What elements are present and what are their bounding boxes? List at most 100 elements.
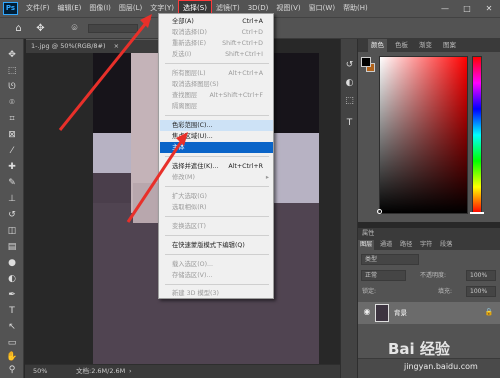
menu-item-similar[interactable]: 选取相似(R) — [160, 202, 273, 213]
shape-icon[interactable]: ▭ — [5, 337, 19, 350]
menu-item-load-selection[interactable]: 载入选区(O)... — [160, 259, 273, 270]
auto-select-icon[interactable]: ⌾ — [68, 22, 81, 35]
zoom-icon[interactable]: ⚲ — [5, 364, 19, 377]
menu-edit[interactable]: 编辑(E) — [54, 0, 86, 17]
blend-mode-select[interactable]: 正常 — [361, 270, 406, 281]
close-tab-icon[interactable]: × — [114, 42, 119, 50]
hand-icon[interactable]: ✋ — [5, 351, 19, 364]
layer-kind-filter[interactable]: 类型 — [361, 254, 419, 265]
layer-thumbnail — [375, 304, 389, 322]
gradient-icon[interactable]: ▤ — [5, 241, 19, 254]
menu-item-subject[interactable]: 主体 — [160, 142, 273, 153]
foreground-color-swatch[interactable] — [361, 57, 371, 67]
tab-layers[interactable]: 图层 — [358, 240, 375, 250]
menu-item-reselect[interactable]: 重新选择(E) Shift+Ctrl+D — [160, 38, 273, 49]
tab-color[interactable]: 颜色 — [368, 39, 387, 52]
opacity-label: 不透明度: — [420, 272, 447, 279]
menu-item-deselect-layers[interactable]: 取消选择图层(S) — [160, 79, 273, 90]
dodge-icon[interactable]: ◐ — [5, 273, 19, 286]
maximize-button[interactable]: □ — [456, 0, 478, 17]
select-menu-dropdown: 全部(A) Ctrl+A 取消选择(D) Ctrl+D 重新选择(E) Shift+C… — [158, 13, 274, 299]
properties-label[interactable]: 属性 — [362, 229, 374, 239]
menu-separator — [165, 284, 269, 285]
eyedropper-icon[interactable]: ⁄ — [5, 145, 19, 158]
quick-select-icon[interactable]: ⌾ — [5, 97, 19, 110]
tab-swatches[interactable]: 色板 — [392, 39, 411, 52]
menu-item-modify[interactable]: 修改(M) ▸ — [160, 172, 273, 183]
brush-icon[interactable]: ✎ — [5, 177, 19, 190]
menu-item-select-and-mask[interactable]: 选择并遮住(K)... Alt+Ctrl+R — [160, 161, 273, 172]
blur-icon[interactable]: ● — [5, 257, 19, 270]
menu-item-transform-selection[interactable]: 变换选区(T) — [160, 221, 273, 232]
visibility-eye-icon[interactable]: ◉ — [362, 307, 372, 317]
menu-file[interactable]: 文件(F) — [22, 0, 54, 17]
close-window-button[interactable]: ✕ — [478, 0, 500, 17]
menu-image[interactable]: 图像(I) — [85, 0, 115, 17]
menu-item-isolate-layers[interactable]: 隔离图层 — [160, 101, 273, 112]
menu-item-inverse[interactable]: 反选(I) Shift+Ctrl+I — [160, 49, 273, 60]
clone-stamp-icon[interactable]: ⊥ — [5, 193, 19, 206]
menu-item-new-3d-model[interactable]: 新建 3D 模型(3) — [160, 288, 273, 299]
color-panel-tabs: 颜色 色板 渐变 图案 — [358, 39, 500, 52]
path-select-icon[interactable]: ↖ — [5, 321, 19, 334]
options-dropdown[interactable] — [88, 24, 138, 33]
color-field[interactable] — [379, 56, 468, 214]
tab-channels[interactable]: 通道 — [378, 240, 394, 250]
menu-item-grow[interactable]: 扩大选取(G) — [160, 191, 273, 202]
document-tab[interactable]: 1-.jpg @ 50%(RGB/8#) × — [26, 39, 158, 53]
lasso-icon[interactable]: ᘎ — [5, 81, 19, 94]
frame-icon[interactable]: ⊠ — [5, 129, 19, 142]
menu-item-focus-area[interactable]: 焦点区域(U)... — [160, 131, 273, 142]
properties-icon[interactable]: ⬚ — [343, 95, 356, 108]
menu-separator — [165, 63, 269, 64]
menu-item-save-selection[interactable]: 存储选区(V)... — [160, 270, 273, 281]
history-icon[interactable]: ↺ — [343, 59, 356, 72]
photoshop-logo: Ps — [3, 2, 18, 15]
pen-icon[interactable]: ✒ — [5, 289, 19, 302]
menu-help[interactable]: 帮助(H) — [339, 0, 372, 17]
move-tool-icon[interactable]: ✥ — [34, 22, 47, 35]
hue-slider-handle[interactable] — [470, 212, 484, 214]
marquee-icon[interactable]: ⬚ — [5, 65, 19, 78]
layer-name[interactable]: 背景 — [394, 302, 407, 324]
tab-gradients[interactable]: 渐变 — [416, 39, 435, 52]
menu-item-find-layers[interactable]: 查找图层 Alt+Shift+Ctrl+F — [160, 90, 273, 101]
baidu-logo: Bai 经验 — [388, 340, 450, 358]
color-panel — [358, 52, 500, 222]
home-icon[interactable]: ⌂ — [12, 22, 25, 35]
menu-item-deselect[interactable]: 取消选择(D) Ctrl+D — [160, 27, 273, 38]
character-icon[interactable]: T — [343, 117, 356, 130]
status-arrow-icon[interactable]: › — [129, 365, 132, 378]
history-brush-icon[interactable]: ↺ — [5, 209, 19, 222]
adjustments-icon[interactable]: ◐ — [343, 77, 356, 90]
eraser-icon[interactable]: ◫ — [5, 225, 19, 238]
tab-paragraph[interactable]: 段落 — [438, 240, 454, 250]
menu-window[interactable]: 窗口(W) — [305, 0, 339, 17]
move-icon[interactable]: ✥ — [5, 49, 19, 62]
menu-layer[interactable]: 图层(L) — [115, 0, 146, 17]
minimize-button[interactable]: — — [434, 0, 456, 17]
layer-row-background[interactable]: ◉ 背景 🔒 — [358, 302, 500, 324]
tab-paths[interactable]: 路径 — [398, 240, 414, 250]
hue-slider[interactable] — [472, 56, 482, 214]
type-tool-icon[interactable]: T — [5, 305, 19, 318]
menu-separator — [165, 235, 269, 236]
fill-input[interactable]: 100% — [466, 286, 496, 297]
layer-lock-icon[interactable]: 🔒 — [484, 307, 494, 317]
watermark-url: jingyan.baidu.com — [404, 362, 478, 371]
crop-icon[interactable]: ⌗ — [5, 113, 19, 126]
status-bar: 50% 文档:2.6M/2.6M › — [25, 364, 340, 378]
menu-view[interactable]: 视图(V) — [272, 0, 304, 17]
healing-brush-icon[interactable]: ✚ — [5, 161, 19, 174]
opacity-input[interactable]: 100% — [466, 270, 496, 281]
tab-character[interactable]: 字符 — [418, 240, 434, 250]
tab-patterns[interactable]: 图案 — [440, 39, 459, 52]
menu-item-all-layers[interactable]: 所有图层(L) Alt+Ctrl+A — [160, 68, 273, 79]
menu-item-select-all[interactable]: 全部(A) Ctrl+A — [160, 16, 273, 27]
menu-item-quick-mask[interactable]: 在快速蒙版模式下编辑(Q) — [160, 240, 273, 251]
color-picker-marker[interactable] — [377, 209, 382, 214]
document-info: 文档:2.6M/2.6M — [76, 367, 126, 375]
menu-separator — [165, 156, 269, 157]
zoom-level[interactable]: 50% — [33, 365, 47, 378]
menu-item-color-range[interactable]: 色彩范围(C)... — [160, 120, 273, 131]
